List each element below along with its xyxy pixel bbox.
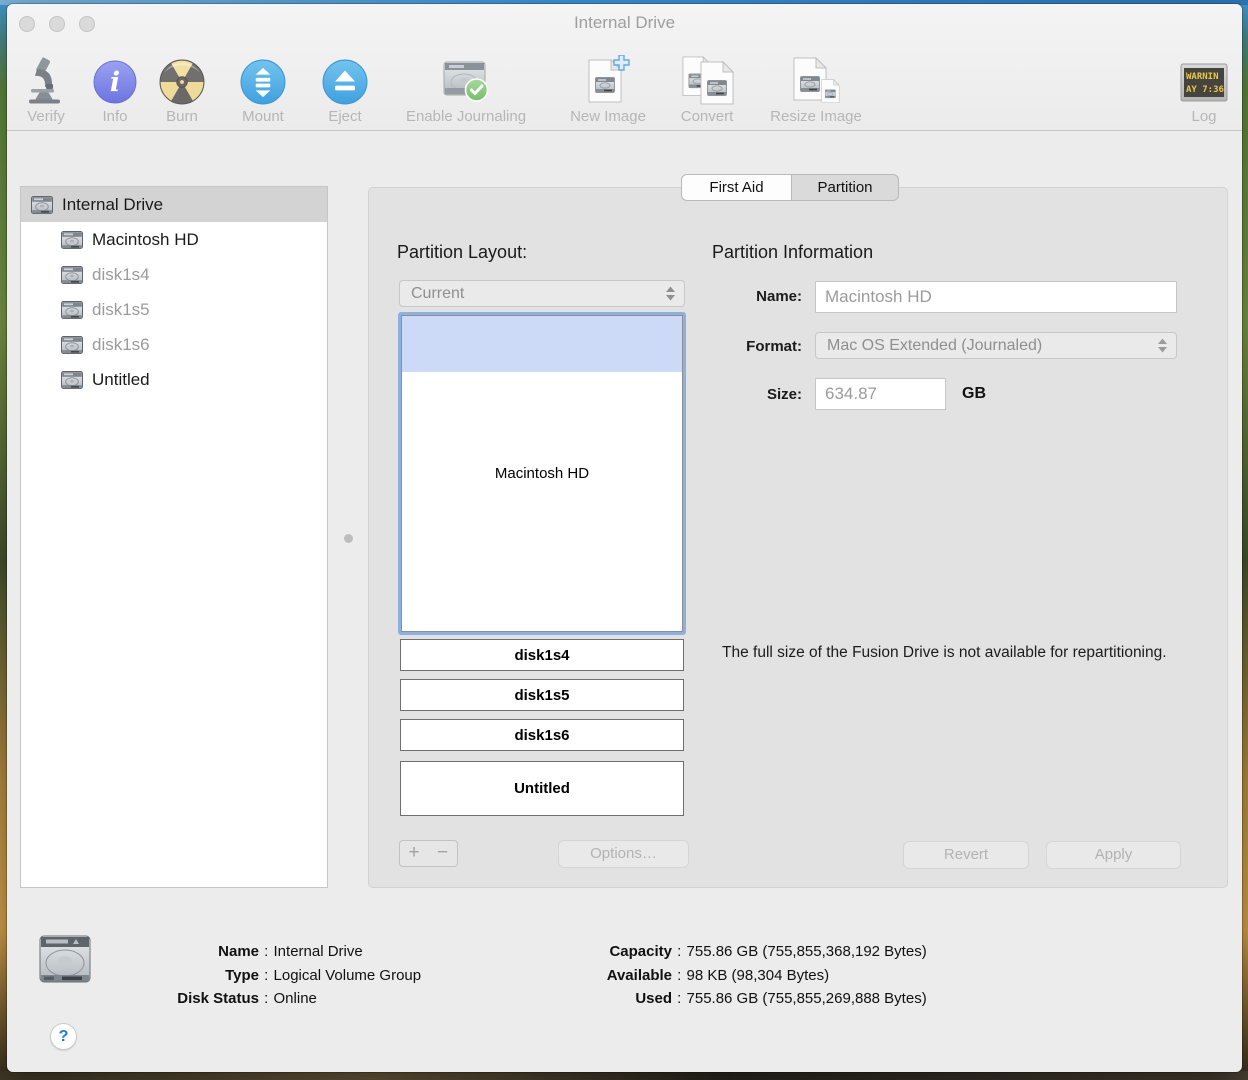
partition-information-heading: Partition Information	[712, 242, 874, 262]
close-button[interactable]	[19, 16, 35, 32]
partition-size-input[interactable]	[815, 378, 946, 410]
resize-image-button[interactable]: Resize Image	[758, 37, 874, 125]
desktop-wallpaper-bottom	[0, 1071, 1248, 1080]
toolbar-label: Verify	[27, 108, 65, 125]
options-button[interactable]: Options…	[558, 840, 689, 868]
drive-icon	[61, 334, 85, 355]
eject-button[interactable]: Eject	[313, 37, 377, 125]
mount-icon	[240, 51, 286, 105]
disk-utility-window: Internal Drive Verify i Info Burn Mount …	[7, 4, 1242, 1072]
drive-icon	[31, 194, 55, 215]
size-unit-label: GB	[962, 385, 986, 402]
toolbar-label: Info	[102, 108, 128, 125]
log-screen-line1: WARNIN	[1186, 72, 1219, 82]
partition-layout-value: Current	[411, 284, 465, 302]
sidebar-item-untitled[interactable]: Untitled	[21, 362, 327, 397]
info-button[interactable]: i Info	[85, 37, 145, 125]
burn-icon	[159, 51, 205, 105]
resize-image-icon	[789, 51, 843, 105]
format-value: Mac OS Extended (Journaled)	[827, 336, 1043, 354]
sidebar-item-disk1s5[interactable]: disk1s5	[21, 292, 327, 327]
device-status-left: Name : Internal Drive Type : Logical Vol…	[117, 940, 421, 1011]
toolbar-label: Convert	[680, 108, 734, 125]
tab-first-aid[interactable]: First Aid	[681, 174, 791, 201]
help-button[interactable]: ?	[50, 1023, 77, 1050]
partition-layout-heading: Partition Layout:	[397, 242, 528, 262]
sidebar-item-macintosh-hd[interactable]: Macintosh HD	[21, 222, 327, 257]
drive-icon	[61, 299, 85, 320]
verify-button[interactable]: Verify	[11, 37, 81, 125]
toolbar-label: New Image	[570, 108, 646, 125]
minimize-button[interactable]	[49, 16, 65, 32]
titlebar-toolbar: Internal Drive Verify i Info Burn Mount …	[7, 4, 1242, 131]
toolbar-label: Log	[1191, 108, 1217, 125]
zoom-button[interactable]	[79, 16, 95, 32]
partition-box-disk1s5[interactable]: disk1s5	[400, 679, 684, 711]
convert-icon	[680, 51, 734, 105]
internal-drive-icon	[36, 932, 94, 993]
sidebar-item-label: disk1s4	[92, 264, 150, 284]
drive-icon	[61, 369, 85, 390]
sidebar-item-label: Internal Drive	[62, 194, 164, 214]
sidebar-item-label: disk1s5	[92, 299, 150, 319]
splitter-handle[interactable]	[344, 534, 353, 543]
sidebar-item-internal-drive[interactable]: Internal Drive	[21, 187, 327, 222]
mount-button[interactable]: Mount	[228, 37, 298, 125]
partition-box-untitled[interactable]: Untitled	[400, 761, 684, 816]
format-field-label: Format:	[746, 338, 802, 355]
size-field-label: Size:	[766, 386, 802, 403]
enable-journaling-button[interactable]: Enable Journaling	[381, 37, 551, 125]
device-status-right: Capacity : 755.86 GB (755,855,368,192 By…	[542, 940, 927, 1011]
status-row: Type : Logical Volume Group	[225, 966, 422, 984]
fusion-drive-note: The full size of the Fusion Drive is not…	[722, 644, 1167, 661]
sidebar-item-label: disk1s6	[92, 334, 150, 354]
status-row: Available : 98 KB (98,304 Bytes)	[606, 966, 830, 984]
add-partition-button[interactable]: +	[399, 840, 429, 867]
status-row: Capacity : 755.86 GB (755,855,368,192 By…	[609, 943, 927, 960]
microscope-icon	[26, 51, 66, 105]
toolbar-label: Mount	[242, 108, 284, 125]
status-row: Disk Status : Online	[177, 990, 317, 1007]
sidebar-item-disk1s4[interactable]: disk1s4	[21, 257, 327, 292]
toolbar-label: Burn	[166, 108, 198, 125]
drive-check-icon	[441, 51, 491, 105]
burn-button[interactable]: Burn	[150, 37, 214, 125]
status-row: Name : Internal Drive	[218, 943, 363, 960]
status-row: Used : 755.86 GB (755,855,269,888 Bytes)	[635, 990, 927, 1007]
revert-button[interactable]: Revert	[903, 841, 1029, 869]
remove-partition-button[interactable]: −	[428, 840, 458, 867]
name-field-label: Name:	[756, 288, 802, 305]
eject-icon	[322, 51, 368, 105]
log-console-icon: WARNIN AY 7:36	[1180, 51, 1228, 105]
partition-box-disk1s4[interactable]: disk1s4	[400, 639, 684, 671]
tab-partition[interactable]: Partition	[791, 174, 899, 201]
log-button[interactable]: WARNIN AY 7:36 Log	[1169, 37, 1239, 125]
convert-button[interactable]: Convert	[662, 37, 752, 125]
log-screen-line2: AY 7:36	[1186, 85, 1224, 95]
toolbar-label: Eject	[328, 108, 362, 125]
sidebar-item-label: Macintosh HD	[92, 229, 199, 249]
sidebar-item-disk1s6[interactable]: disk1s6	[21, 327, 327, 362]
info-icon: i	[92, 51, 138, 105]
svg-text:i: i	[110, 67, 120, 98]
partition-name-input[interactable]	[815, 281, 1177, 313]
drive-icon	[61, 229, 85, 250]
partition-box-body: Macintosh HD	[401, 315, 683, 632]
new-image-button[interactable]: New Image	[553, 37, 663, 125]
new-image-icon	[582, 51, 634, 105]
toolbar-label: Resize Image	[770, 108, 862, 125]
device-sidebar: Internal Drive Macintosh HD disk1s4 disk…	[20, 186, 328, 888]
drive-icon	[61, 264, 85, 285]
window-title: Internal Drive	[573, 13, 676, 32]
partition-box-label: Macintosh HD	[494, 465, 590, 482]
format-select[interactable]: Mac OS Extended (Journaled)	[815, 332, 1177, 359]
chevron-updown-icon	[1158, 338, 1167, 353]
apply-button[interactable]: Apply	[1046, 841, 1181, 869]
partition-box-disk1s6[interactable]: disk1s6	[400, 719, 684, 751]
toolbar-label: Enable Journaling	[405, 108, 527, 125]
sidebar-item-label: Untitled	[92, 369, 150, 389]
partition-box-macintosh-hd[interactable]: Macintosh HD	[398, 312, 686, 635]
